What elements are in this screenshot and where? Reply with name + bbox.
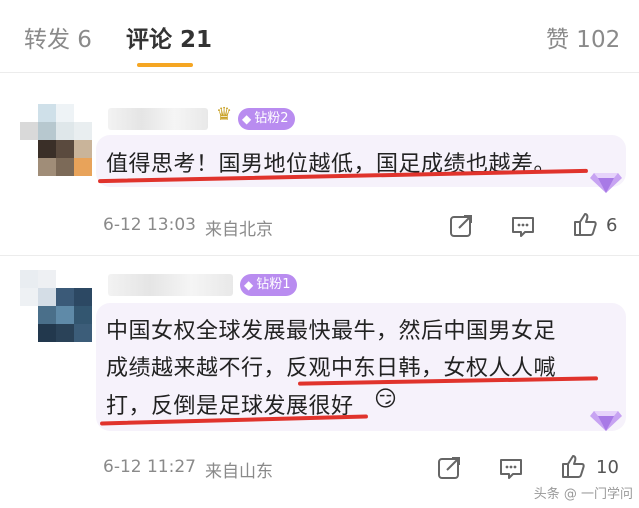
comment-location: 来自山东 bbox=[205, 462, 273, 482]
like-count: 6 bbox=[606, 215, 618, 236]
comment-icon[interactable] bbox=[510, 213, 536, 239]
fan-badge: ◆ 钻粉2 bbox=[238, 108, 295, 130]
like-count: 10 bbox=[596, 457, 619, 478]
diamond-icon: ◆ bbox=[244, 278, 254, 292]
divider bbox=[0, 255, 639, 256]
diamond-decoration-icon bbox=[590, 173, 622, 193]
comment-time: 6-12 13:03 bbox=[103, 215, 196, 235]
tab-repost[interactable]: 转发 6 bbox=[24, 20, 92, 54]
fan-badge-label: 钻粉1 bbox=[256, 277, 291, 292]
like-icon[interactable] bbox=[572, 211, 598, 237]
divider bbox=[0, 72, 639, 73]
diamond-icon: ◆ bbox=[242, 112, 252, 126]
active-tab-indicator bbox=[137, 63, 193, 67]
comment-text-line: 中国女权全球发展最快最牛，然后中国男女足 bbox=[106, 319, 557, 344]
avatar[interactable] bbox=[20, 104, 92, 176]
share-icon[interactable] bbox=[448, 213, 474, 239]
crown-icon: ♛ bbox=[216, 104, 233, 125]
comment-text-line: 成绩越来越不行，反观中东日韩，女权人人喊 bbox=[106, 356, 557, 381]
username-blurred[interactable] bbox=[108, 274, 233, 296]
share-icon[interactable] bbox=[436, 455, 462, 481]
like-icon[interactable] bbox=[560, 453, 586, 479]
smirk-emoji: 😏 bbox=[374, 387, 398, 412]
tab-likes[interactable]: 赞 102 bbox=[546, 20, 620, 54]
comment-time: 6-12 11:27 bbox=[103, 457, 196, 477]
watermark: 头条 @ 一门学问 bbox=[533, 487, 633, 502]
avatar[interactable] bbox=[20, 270, 92, 342]
fan-badge-label: 钻粉2 bbox=[254, 111, 289, 126]
comment-tabs: 转发 6 评论 21 赞 102 bbox=[0, 0, 639, 72]
username-blurred[interactable] bbox=[108, 108, 208, 130]
tab-comments[interactable]: 评论 21 bbox=[126, 20, 212, 54]
fan-badge: ◆ 钻粉1 bbox=[240, 274, 297, 296]
comment-icon[interactable] bbox=[498, 455, 524, 481]
comment-location: 来自北京 bbox=[205, 220, 273, 240]
diamond-decoration-icon bbox=[590, 411, 622, 431]
